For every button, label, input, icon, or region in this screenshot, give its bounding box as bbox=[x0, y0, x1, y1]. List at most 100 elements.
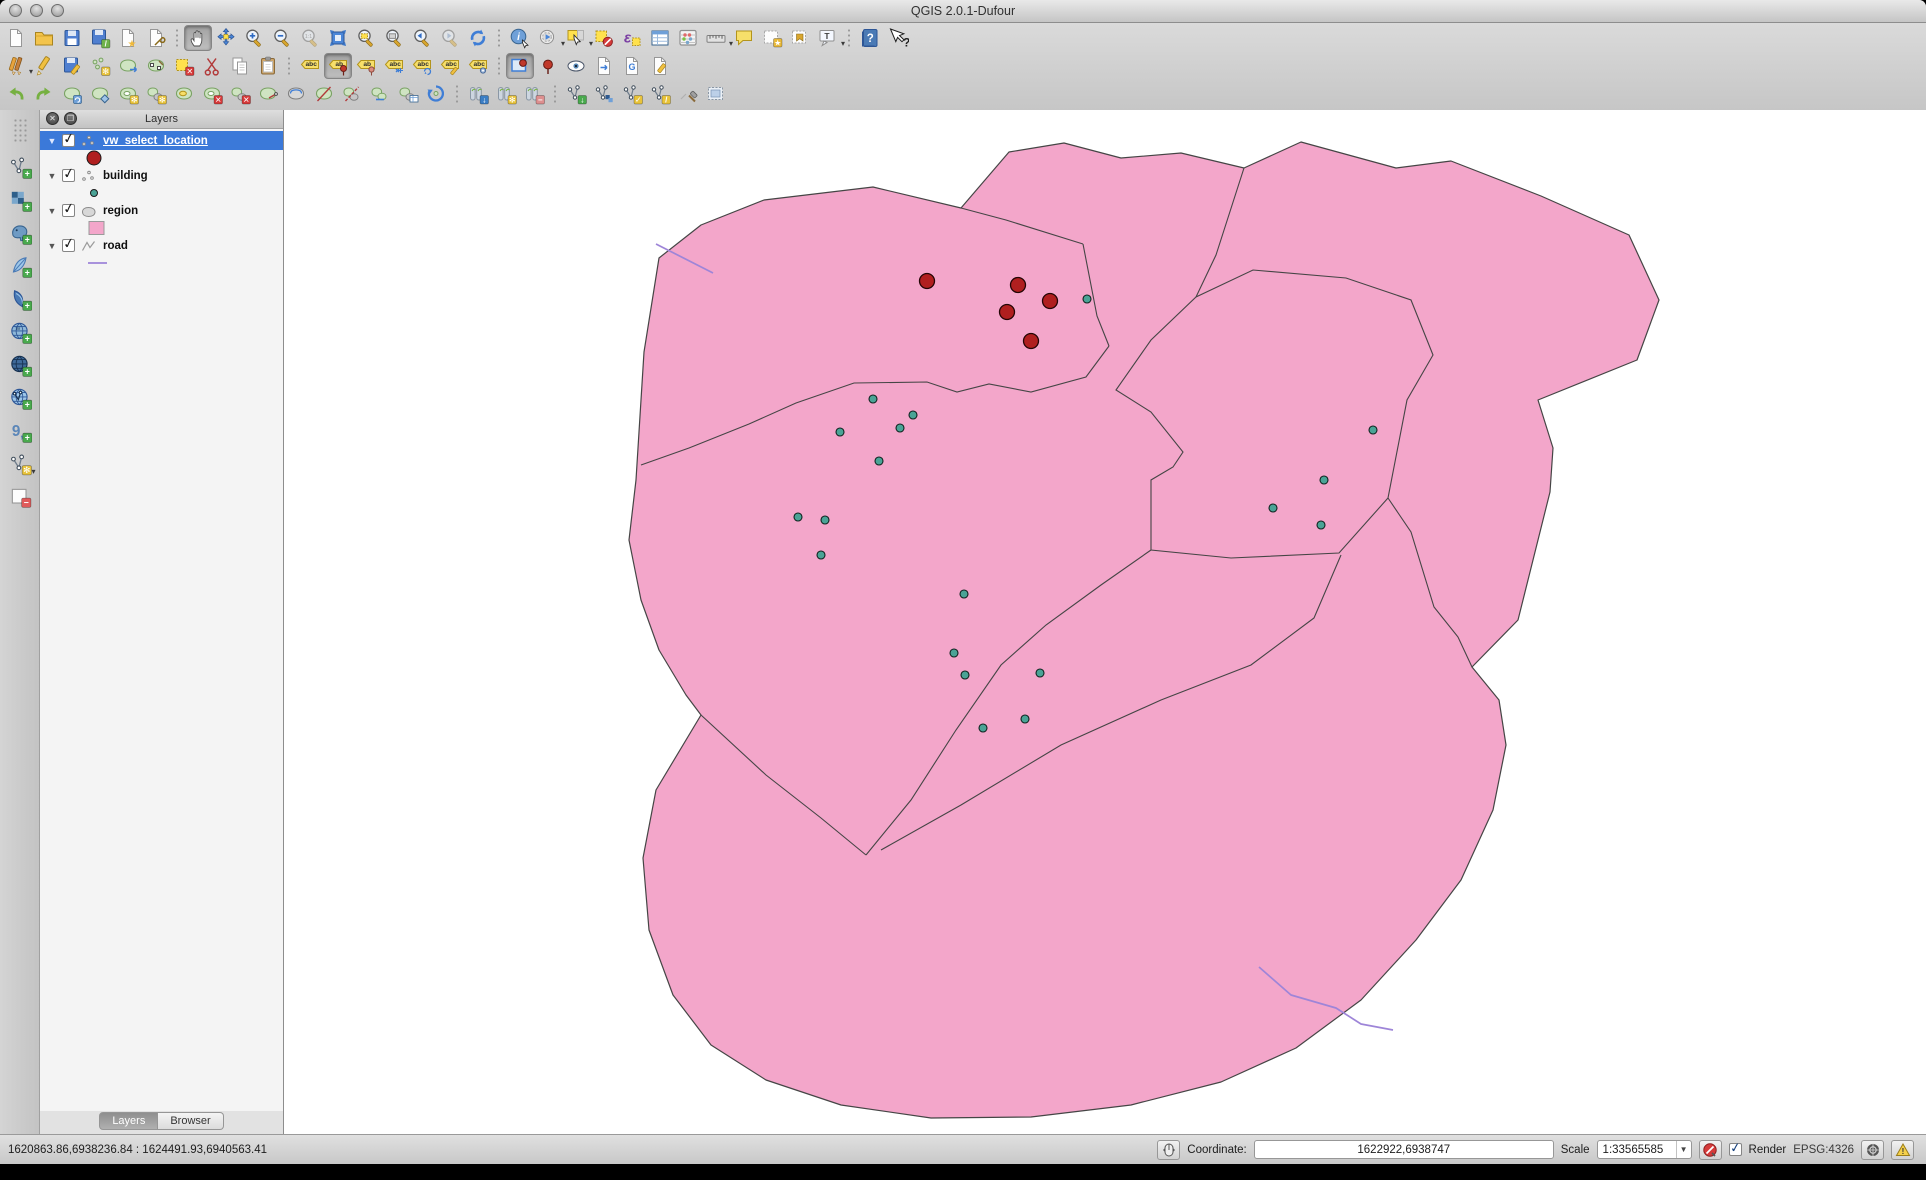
checkin-layer-button[interactable] bbox=[590, 81, 618, 107]
redo-button[interactable] bbox=[30, 81, 58, 107]
new-bookmark-button[interactable]: ★ bbox=[758, 25, 786, 51]
labeling-button[interactable]: abc bbox=[296, 53, 324, 79]
pan-map-button[interactable] bbox=[184, 25, 212, 51]
new-shapefile-layer-button[interactable]: ✻▾ bbox=[4, 447, 36, 480]
new-project-button[interactable] bbox=[2, 25, 30, 51]
add-part-button[interactable]: ✻ bbox=[142, 81, 170, 107]
scale-dropdown-icon[interactable]: ▼ bbox=[1676, 1141, 1691, 1158]
sync-layer-button[interactable]: ✓ bbox=[618, 81, 646, 107]
rotate-point-symbols-button[interactable] bbox=[422, 81, 450, 107]
layer-visibility-checkbox[interactable] bbox=[62, 239, 75, 252]
tab-browser[interactable]: Browser bbox=[158, 1112, 223, 1130]
identify-features-button[interactable]: i bbox=[506, 25, 534, 51]
edit-document-button[interactable] bbox=[646, 53, 674, 79]
label-properties-button[interactable]: abc bbox=[464, 53, 492, 79]
delete-ring-button[interactable]: ✕ bbox=[198, 81, 226, 107]
measure-button[interactable]: ▾ bbox=[702, 25, 730, 51]
toolbar-drag-handle[interactable] bbox=[13, 118, 27, 144]
paste-features-button[interactable] bbox=[254, 53, 282, 79]
cut-features-button[interactable] bbox=[198, 53, 226, 79]
layer-row-road[interactable]: ▼road bbox=[40, 236, 283, 255]
crs-status-button[interactable] bbox=[1861, 1140, 1884, 1160]
zoom-out-button[interactable] bbox=[268, 25, 296, 51]
current-edits-button[interactable]: ▾ bbox=[2, 53, 30, 79]
toggle-editing-button[interactable] bbox=[30, 53, 58, 79]
run-feature-action-button[interactable]: ▾ bbox=[534, 25, 562, 51]
select-by-expression-button[interactable]: ε bbox=[618, 25, 646, 51]
feature-location-view-button[interactable] bbox=[506, 53, 534, 79]
zoom-in-button[interactable] bbox=[240, 25, 268, 51]
move-label-button[interactable]: abc bbox=[380, 53, 408, 79]
undo-button[interactable] bbox=[2, 81, 30, 107]
merge-features-button[interactable] bbox=[366, 81, 394, 107]
georeferencer-button[interactable]: G bbox=[618, 53, 646, 79]
event-browser-button[interactable] bbox=[562, 53, 590, 79]
add-ring-button[interactable]: ✻ bbox=[114, 81, 142, 107]
delete-part-button[interactable]: ✕ bbox=[226, 81, 254, 107]
zoom-full-button[interactable] bbox=[324, 25, 352, 51]
layer-visibility-checkbox[interactable] bbox=[62, 169, 75, 182]
remove-layer-button[interactable]: − bbox=[4, 480, 36, 513]
tab-layers[interactable]: Layers bbox=[99, 1112, 158, 1130]
osm-download-button[interactable]: ↓ bbox=[464, 81, 492, 107]
osm-export-button[interactable]: − bbox=[520, 81, 548, 107]
refresh-map-button[interactable] bbox=[464, 25, 492, 51]
add-vector-layer-button[interactable]: + bbox=[4, 150, 36, 183]
pan-to-selection-button[interactable] bbox=[212, 25, 240, 51]
layer-visibility-checkbox[interactable] bbox=[62, 134, 75, 147]
split-parts-button[interactable] bbox=[338, 81, 366, 107]
split-features-button[interactable] bbox=[310, 81, 338, 107]
title-bar[interactable]: QGIS 2.0.1-Dufour bbox=[0, 0, 1926, 23]
layer-symbol-region[interactable] bbox=[40, 220, 283, 236]
help-contents-button[interactable]: ? bbox=[856, 25, 884, 51]
add-postgis-layer-button[interactable]: + bbox=[4, 216, 36, 249]
zoom-to-selection-button[interactable] bbox=[352, 25, 380, 51]
coordinate-display-toggle-button[interactable] bbox=[1157, 1140, 1180, 1160]
close-button[interactable] bbox=[9, 4, 22, 17]
layers-panel-header[interactable]: ✕ ❐ Layers bbox=[40, 110, 283, 129]
layer-expander-icon[interactable]: ▼ bbox=[47, 241, 57, 251]
panel-close-icon[interactable]: ✕ bbox=[46, 112, 59, 125]
add-wfs-layer-button[interactable]: + bbox=[4, 381, 36, 414]
add-oracle-layer-button[interactable]: 9,+ bbox=[4, 414, 36, 447]
minimize-button[interactable] bbox=[30, 4, 43, 17]
add-mssql-layer-button[interactable]: + bbox=[4, 282, 36, 315]
fill-ring-button[interactable] bbox=[170, 81, 198, 107]
rotate-label-button[interactable]: abc bbox=[408, 53, 436, 79]
text-annotation-dropdown-icon[interactable]: ▾ bbox=[841, 40, 845, 48]
rotate-feature-button[interactable] bbox=[58, 81, 86, 107]
new-shapefile-layer-dropdown-icon[interactable]: ▾ bbox=[31, 467, 35, 476]
open-attribute-table-button[interactable] bbox=[646, 25, 674, 51]
layer-expander-icon[interactable]: ▼ bbox=[47, 136, 57, 146]
save-layer-edits-button[interactable] bbox=[58, 53, 86, 79]
reshape-features-button[interactable] bbox=[254, 81, 282, 107]
render-checkbox[interactable] bbox=[1729, 1143, 1742, 1156]
layer-expander-icon[interactable]: ▼ bbox=[47, 206, 57, 216]
text-annotation-button[interactable]: T▾ bbox=[814, 25, 842, 51]
layer-expander-icon[interactable]: ▼ bbox=[47, 171, 57, 181]
add-wms-layer-button[interactable]: W+ bbox=[4, 315, 36, 348]
deselect-features-button[interactable] bbox=[590, 25, 618, 51]
add-raster-layer-button[interactable]: + bbox=[4, 183, 36, 216]
layer-row-region[interactable]: ▼region bbox=[40, 201, 283, 220]
map-tips-button[interactable] bbox=[730, 25, 758, 51]
zoom-window-button[interactable] bbox=[51, 4, 64, 17]
save-project-button[interactable] bbox=[58, 25, 86, 51]
delete-selected-button[interactable]: ✕ bbox=[170, 53, 198, 79]
simplify-feature-button[interactable] bbox=[86, 81, 114, 107]
vertex-hammer-button[interactable] bbox=[674, 81, 702, 107]
stop-render-button[interactable] bbox=[1699, 1140, 1722, 1160]
open-project-button[interactable] bbox=[30, 25, 58, 51]
layer-symbol-road[interactable] bbox=[40, 255, 283, 271]
highlight-pinned-labels-button[interactable]: ab bbox=[352, 53, 380, 79]
panel-detach-icon[interactable]: ❐ bbox=[64, 112, 77, 125]
new-composer-button[interactable]: ★ bbox=[114, 25, 142, 51]
zoom-to-layer-button[interactable] bbox=[380, 25, 408, 51]
show-bookmarks-button[interactable] bbox=[786, 25, 814, 51]
composer-manager-button[interactable] bbox=[142, 25, 170, 51]
map-view[interactable] bbox=[284, 110, 1926, 1134]
event-marker-button[interactable] bbox=[534, 53, 562, 79]
move-feature-button[interactable] bbox=[114, 53, 142, 79]
save-project-as-button[interactable]: / bbox=[86, 25, 114, 51]
layer-symbol-building[interactable] bbox=[40, 185, 283, 201]
